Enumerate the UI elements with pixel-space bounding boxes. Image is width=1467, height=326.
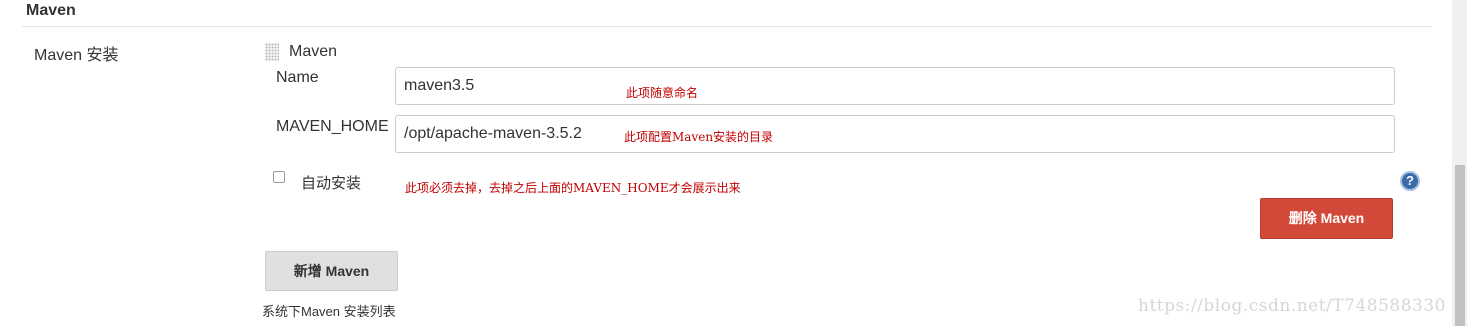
watermark: https://blog.csdn.net/T748588330 [1138, 296, 1446, 316]
maven-home-input[interactable] [395, 115, 1395, 153]
name-field-label: Name [276, 69, 319, 86]
name-annotation: 此项随意命名 [626, 86, 699, 100]
auto-install-checkbox[interactable] [273, 171, 285, 183]
installations-list-caption: 系统下Maven 安装列表 [262, 304, 396, 319]
add-maven-button[interactable]: 新增 Maven [265, 251, 398, 291]
auto-install-label[interactable]: 自动安装 [301, 172, 361, 193]
section-title: Maven [26, 2, 76, 19]
maven-home-annotation: 此项配置Maven安装的目录 [624, 130, 774, 144]
scrollbar-thumb[interactable] [1455, 165, 1465, 326]
maven-config-page: Maven Maven 安装 Maven Name 此项随意命名 MAVEN_H… [0, 0, 1467, 326]
name-input[interactable] [395, 67, 1395, 105]
maven-installations-label: Maven 安装 [34, 47, 119, 64]
drag-handle-icon[interactable] [265, 43, 279, 61]
auto-install-annotation: 此项必须去掉，去掉之后上面的MAVEN_HOME才会展示出来 [405, 181, 741, 195]
maven-home-label: MAVEN_HOME [276, 118, 389, 135]
delete-maven-button[interactable]: 删除 Maven [1260, 198, 1393, 239]
installation-block-header: Maven [289, 43, 338, 60]
question-circle-icon[interactable]: ? [1400, 171, 1420, 191]
section-divider [22, 26, 1432, 27]
